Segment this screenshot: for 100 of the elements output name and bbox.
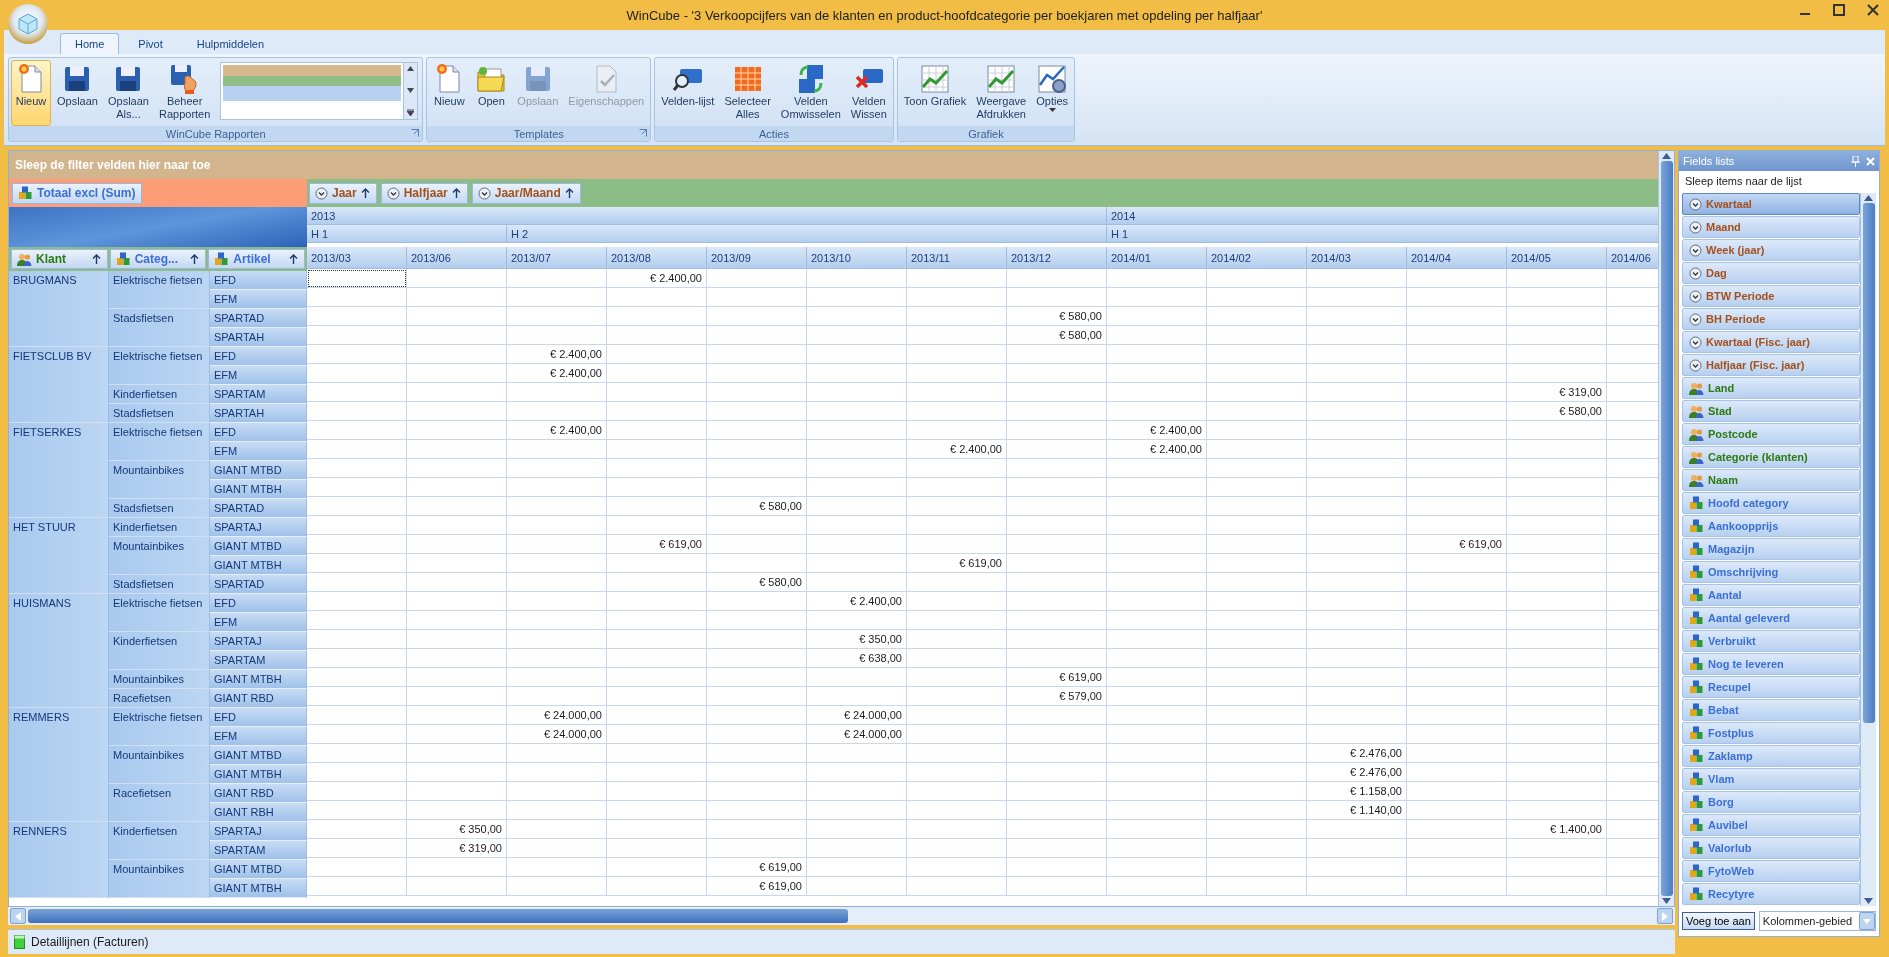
list-scrollbar[interactable] <box>1860 193 1876 906</box>
field-list-item[interactable]: Omschrijving <box>1682 561 1860 583</box>
field-list-item[interactable]: Maand <box>1682 216 1860 238</box>
scroll-up-icon[interactable] <box>407 66 415 71</box>
field-list-item[interactable]: Recytyre <box>1682 883 1860 905</box>
field-list-item[interactable]: Vlam <box>1682 768 1860 790</box>
area-dropdown[interactable]: Kolommen-gebied <box>1758 911 1876 931</box>
field-button[interactable]: Klant <box>11 249 108 269</box>
expand-icon[interactable] <box>407 109 415 116</box>
cubes-icon <box>214 252 230 266</box>
field-list-item[interactable]: Zaklamp <box>1682 745 1860 767</box>
ribbon-button[interactable]: Nieuw <box>429 60 470 126</box>
field-list-item[interactable]: Recupel <box>1682 676 1860 698</box>
ribbon-button[interactable]: Velden Omwisselen <box>776 60 845 126</box>
category-cell: Kinderfietsen <box>109 632 210 670</box>
add-button[interactable]: Voeg toe aan <box>1682 912 1755 930</box>
ribbon-button[interactable]: Weergave Afdrukken <box>972 60 1031 126</box>
category-cell: Kinderfietsen <box>109 385 210 404</box>
cubes-icon <box>1689 588 1704 602</box>
field-list-item[interactable]: Aantal <box>1682 584 1860 606</box>
field-list-item[interactable]: Valorlub <box>1682 837 1860 859</box>
chevron-circle-icon <box>1689 266 1702 280</box>
ribbon-button[interactable]: Opties <box>1032 60 1073 126</box>
field-list-item[interactable]: Land <box>1682 377 1860 399</box>
cubes-icon <box>1689 680 1704 694</box>
field-list-item[interactable]: Dag <box>1682 262 1860 284</box>
maximize-icon[interactable] <box>1833 4 1845 16</box>
month-header: 2014/02 <box>1207 247 1307 269</box>
cubes-icon <box>1689 795 1704 809</box>
field-list-item[interactable]: Naam <box>1682 469 1860 491</box>
field-button[interactable]: Jaar <box>309 182 377 204</box>
category-cell: Mountainbikes <box>109 537 210 575</box>
scroll-down-icon[interactable] <box>1864 898 1873 904</box>
table-cell: € 619,00 <box>1407 535 1507 554</box>
ribbon-button[interactable]: Nieuw <box>11 60 51 126</box>
field-list-item[interactable]: Aankoopprijs <box>1682 515 1860 537</box>
scroll-up-icon[interactable] <box>1864 195 1873 201</box>
field-list-item[interactable]: Borg <box>1682 791 1860 813</box>
category-cell: Mountainbikes <box>109 860 210 898</box>
article-cell: SPARTAD <box>210 575 307 594</box>
article-cell: EFM <box>210 613 307 632</box>
field-button[interactable]: Jaar/Maand <box>471 182 581 204</box>
ribbon-button[interactable]: Selecteer Alles <box>720 60 775 126</box>
dialog-launcher-icon[interactable] <box>639 129 648 137</box>
table-cell: € 2.400,00 <box>1107 440 1207 459</box>
pin-icon[interactable] <box>1851 155 1860 167</box>
field-list-item[interactable]: Fostplus <box>1682 722 1860 744</box>
scroll-down-icon[interactable] <box>1662 898 1671 904</box>
field-list-item[interactable]: BH Periode <box>1682 308 1860 330</box>
article-cell: GIANT RBD <box>210 784 307 803</box>
field-list-item[interactable]: Postcode <box>1682 423 1860 445</box>
ribbon-button[interactable]: Toon Grafiek <box>899 60 971 126</box>
vertical-scrollbar[interactable] <box>1658 151 1674 906</box>
ribbon-button[interactable]: Opslaan <box>53 60 102 126</box>
dialog-launcher-icon[interactable] <box>411 129 420 137</box>
filter-drop-area: Sleep de filter velden hier naar toe <box>9 151 1658 179</box>
field-button[interactable]: Totaal excl (Sum) <box>12 182 143 204</box>
field-list-item[interactable]: Week (jaar) <box>1682 239 1860 261</box>
ribbon-button[interactable]: Opslaan Als... <box>104 60 153 126</box>
field-list-item[interactable]: Halfjaar (Fisc. jaar) <box>1682 354 1860 376</box>
field-list-item[interactable]: Categorie (klanten) <box>1682 446 1860 468</box>
field-list-item[interactable]: Magazijn <box>1682 538 1860 560</box>
article-cell: EFM <box>210 366 307 385</box>
field-list-item[interactable]: Bebat <box>1682 699 1860 721</box>
field-list-item[interactable]: Aantal geleverd <box>1682 607 1860 629</box>
field-list-item[interactable]: FytoWeb <box>1682 860 1860 882</box>
cubes-icon <box>1689 657 1704 671</box>
scroll-down-icon[interactable] <box>407 87 415 93</box>
ribbon-tab[interactable]: Home <box>60 33 120 54</box>
table-cell: € 619,00 <box>907 554 1007 573</box>
ribbon-button[interactable]: Velden-lijst <box>657 60 719 126</box>
ribbon-tab[interactable]: Hulpmiddelen <box>181 33 280 54</box>
ribbon-button[interactable]: Velden Wissen <box>846 60 891 126</box>
article-cell: EFM <box>210 442 307 461</box>
field-list-item[interactable]: Stad <box>1682 400 1860 422</box>
close-icon[interactable] <box>1867 4 1879 16</box>
field-list-item[interactable]: Kwartaal <box>1682 193 1860 215</box>
field-button[interactable]: Artikel <box>208 249 305 269</box>
customer-cell: FIETSERKES <box>9 423 109 518</box>
people-icon <box>1689 381 1704 395</box>
field-list-item[interactable]: BTW Periode <box>1682 285 1860 307</box>
field-list-item[interactable]: Hoofd category <box>1682 492 1860 514</box>
field-list-item[interactable]: Nog te leveren <box>1682 653 1860 675</box>
people-icon <box>1689 427 1704 441</box>
group-label: Grafiek <box>968 127 1004 140</box>
article-cell: EFD <box>210 271 307 290</box>
ribbon-tab[interactable]: Pivot <box>123 33 178 54</box>
scroll-up-icon[interactable] <box>1662 153 1671 159</box>
field-list-item[interactable]: Verbruikt <box>1682 630 1860 652</box>
table-cell: € 579,00 <box>1007 687 1107 706</box>
ribbon-button[interactable]: Open <box>471 60 512 126</box>
category-cell: Elektrische fietsen <box>109 423 210 461</box>
table-cell: € 2.400,00 <box>607 269 707 288</box>
field-button[interactable]: Categ... <box>109 249 207 269</box>
field-button[interactable]: Halfjaar <box>380 182 468 204</box>
field-list-item[interactable]: Auvibel <box>1682 814 1860 836</box>
table-cell: € 2.400,00 <box>507 345 607 364</box>
field-list-item[interactable]: Kwartaal (Fisc. jaar) <box>1682 331 1860 353</box>
ribbon-button[interactable]: Beheer Rapporten <box>154 60 215 126</box>
month-header: 2014/04 <box>1407 247 1507 269</box>
